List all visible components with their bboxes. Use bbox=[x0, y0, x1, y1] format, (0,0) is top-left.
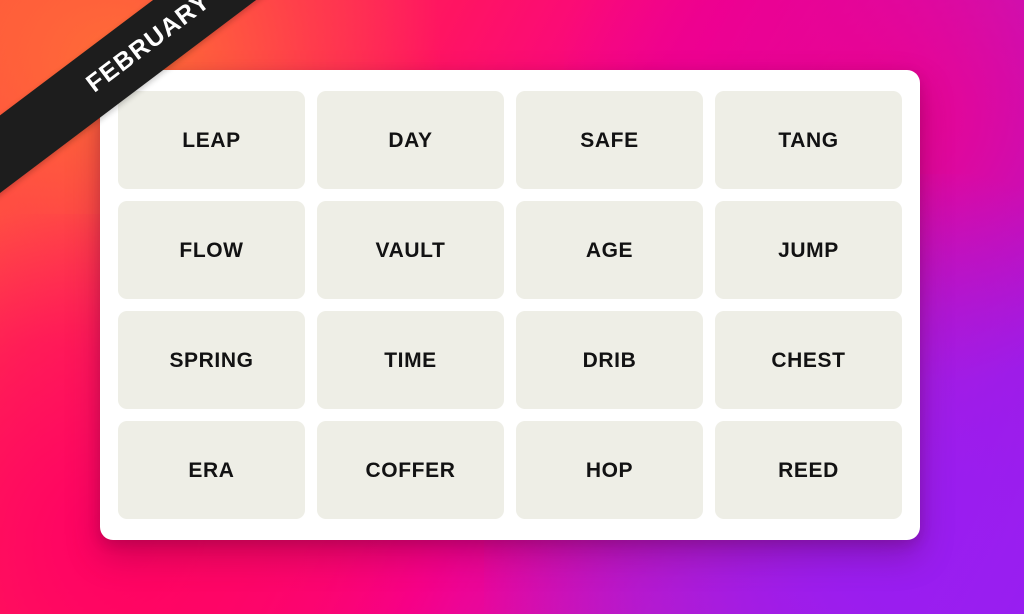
word-tile[interactable]: TANG bbox=[715, 91, 902, 189]
word-tile-label: TIME bbox=[384, 348, 437, 372]
word-tile-label: REED bbox=[778, 458, 839, 482]
word-tile-label: FLOW bbox=[179, 238, 244, 262]
word-tile-label: DRIB bbox=[582, 348, 637, 372]
word-tile-label: SAFE bbox=[580, 128, 639, 152]
word-tile[interactable]: DRIB bbox=[516, 311, 703, 409]
word-tile[interactable]: VAULT bbox=[317, 201, 504, 299]
word-tile-label: HOP bbox=[585, 458, 634, 482]
puzzle-screenshot: LEAP DAY SAFE TANG FLOW VAULT AGE JUMP SPRING TIM… bbox=[0, 0, 1024, 614]
word-tile[interactable]: HOP bbox=[516, 421, 703, 519]
word-tile[interactable]: LEAP bbox=[118, 91, 305, 189]
word-tile[interactable]: ERA bbox=[118, 421, 305, 519]
word-tile-label: VAULT bbox=[375, 238, 446, 262]
word-tile-label: AGE bbox=[585, 238, 634, 262]
word-tile[interactable]: FLOW bbox=[118, 201, 305, 299]
word-tile[interactable]: SAFE bbox=[516, 91, 703, 189]
word-tile-label: TANG bbox=[778, 128, 839, 152]
word-tile[interactable]: TIME bbox=[317, 311, 504, 409]
word-tile[interactable]: JUMP bbox=[715, 201, 902, 299]
word-tile[interactable]: SPRING bbox=[118, 311, 305, 409]
word-tile[interactable]: REED bbox=[715, 421, 902, 519]
word-tile-label: COFFER bbox=[365, 458, 456, 482]
puzzle-card: LEAP DAY SAFE TANG FLOW VAULT AGE JUMP SPRING TIM… bbox=[100, 70, 920, 540]
word-grid: LEAP DAY SAFE TANG FLOW VAULT AGE JUMP SPRING TIM… bbox=[118, 91, 902, 519]
word-tile-label: DAY bbox=[388, 128, 433, 152]
word-tile[interactable]: CHEST bbox=[715, 311, 902, 409]
word-tile[interactable]: DAY bbox=[317, 91, 504, 189]
word-tile-label: SPRING bbox=[169, 348, 254, 372]
word-tile-label: CHEST bbox=[771, 348, 846, 372]
word-tile-label: JUMP bbox=[778, 238, 839, 262]
word-tile[interactable]: AGE bbox=[516, 201, 703, 299]
word-tile-label: ERA bbox=[188, 458, 235, 482]
word-tile-label: LEAP bbox=[182, 128, 241, 152]
word-tile[interactable]: COFFER bbox=[317, 421, 504, 519]
